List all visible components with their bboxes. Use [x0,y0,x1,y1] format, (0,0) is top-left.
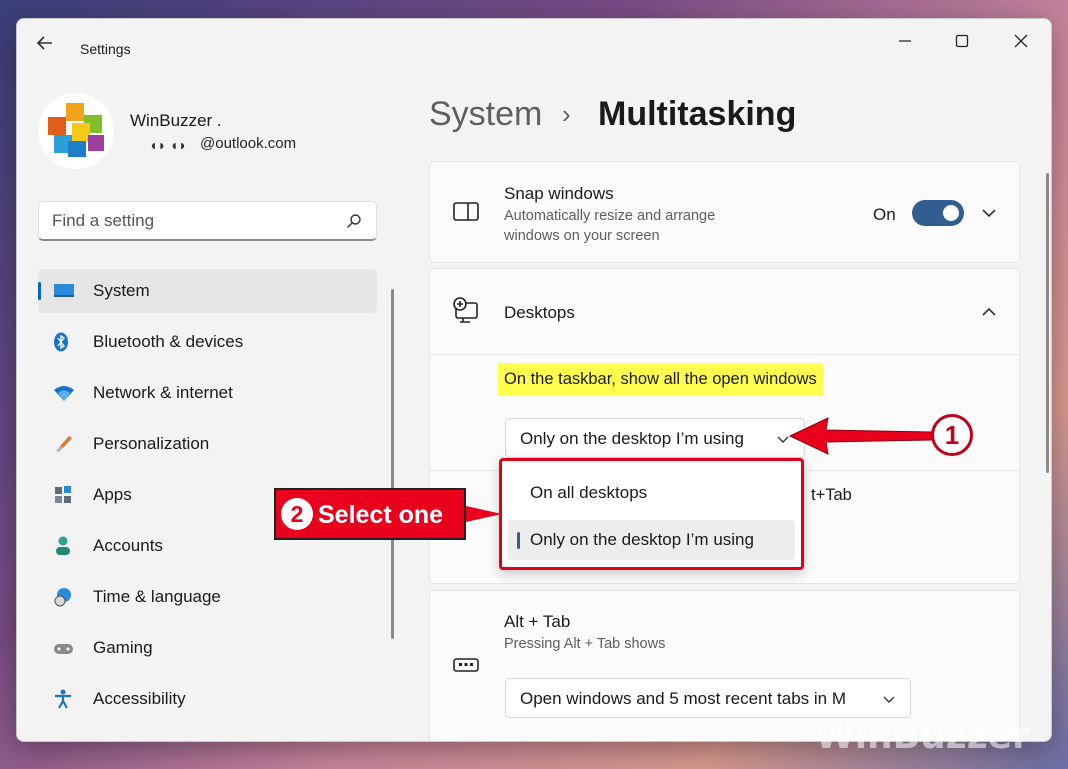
chevron-down-icon [883,696,895,703]
taskbar-windows-dropdown[interactable]: Only on the desktop I’m using [505,418,805,458]
selected-indicator [517,532,520,549]
step-1-arrow-icon [788,417,933,455]
desktops-title: Desktops [504,303,575,322]
sidebar-item-label: Time & language [93,587,221,606]
menu-option-all-desktops[interactable]: On all desktops [508,473,795,513]
title-bar: Settings [17,19,1051,63]
taskbar-setting-label: On the taskbar, show all the open window… [498,363,823,396]
sidebar-item-label: Apps [93,485,132,504]
callout-text: Select one [318,501,444,529]
desktop-add-icon [453,297,478,323]
redacted-email-icon: ◖◗ ◖◗ [149,137,187,153]
app-title: Settings [80,41,131,57]
minimize-button[interactable] [882,27,928,55]
alt-tab-dropdown[interactable]: Open windows and 5 most recent tabs in M [505,678,911,718]
step-2-callout: 2 Select one [274,488,466,540]
sidebar-item-time-language[interactable]: Time & language [38,575,377,619]
winbuzzer-logo-icon [48,103,104,157]
desktops-header[interactable]: Desktops [430,269,1019,355]
search-box[interactable] [38,201,377,241]
taskbar-windows-menu: On all desktops Only on the desktop I’m … [499,458,804,570]
close-icon [1014,34,1028,48]
settings-window: Settings WinBuzzer . ◖◗ ◖◗ @outlook.com [16,18,1052,742]
sidebar-item-network[interactable]: Network & internet [38,371,377,415]
person-icon [56,536,70,555]
sidebar-item-bluetooth[interactable]: Bluetooth & devices [38,320,377,364]
menu-option-label: Only on the desktop I’m using [530,530,754,549]
back-button[interactable] [35,33,59,57]
sidebar-item-label: Accounts [93,536,163,555]
avatar[interactable] [38,93,114,169]
alt-tab-desc: Pressing Alt + Tab shows [504,636,666,652]
step-1-badge: 1 [931,414,973,456]
breadcrumb-separator: › [562,99,571,129]
snap-layout-icon [453,202,479,221]
sidebar-item-label: Personalization [93,434,210,453]
alt-tab-title: Alt + Tab [504,612,571,631]
alt-tab-icon [453,658,479,672]
main-scrollbar[interactable] [1046,173,1049,473]
toggle-knob [943,205,959,221]
sidebar-item-gaming[interactable]: Gaming [38,626,377,670]
minimize-icon [899,40,911,42]
menu-option-label: On all desktops [530,483,648,502]
maximize-icon [955,34,969,48]
watermark: WinBuzzer [815,716,1030,757]
alt-tab-desktop-row-text: t+Tab [811,486,852,504]
search-icon[interactable] [346,213,362,229]
sidebar-item-system[interactable]: System [38,269,377,313]
chevron-down-icon[interactable] [980,204,998,222]
close-button[interactable] [998,27,1044,55]
sidebar-item-label: Gaming [93,638,153,657]
sidebar-item-label: Bluetooth & devices [93,332,244,351]
menu-option-current-desktop[interactable]: Only on the desktop I’m using [508,520,795,560]
maximize-button[interactable] [939,27,985,55]
sidebar-item-personalization[interactable]: Personalization [38,422,377,466]
dropdown-value: Only on the desktop I’m using [520,429,744,448]
snap-windows-desc-line1: Automatically resize and arrange [504,208,716,224]
clock-globe-icon [54,588,71,607]
sidebar-item-label: Accessibility [93,689,186,708]
user-name: WinBuzzer . [130,111,222,130]
sidebar-scrollbar[interactable] [391,289,394,639]
snap-windows-card[interactable]: Snap windows Automatically resize and ar… [429,161,1020,263]
gamepad-icon [54,644,73,654]
callout-pointer [466,506,502,522]
breadcrumb-parent[interactable]: System [429,95,542,134]
step-number-badge: 2 [281,498,313,530]
chevron-up-icon[interactable] [980,303,998,321]
wifi-icon [54,386,74,401]
search-input[interactable] [52,211,332,231]
snap-toggle-label: On [873,205,896,224]
sidebar-item-accessibility[interactable]: Accessibility [38,677,377,721]
active-indicator [38,282,41,300]
accessibility-icon [55,689,71,709]
user-email: @outlook.com [200,135,297,152]
snap-windows-desc-line2: windows on your screen [504,228,660,244]
system-icon [54,284,74,297]
apps-icon [55,486,71,503]
sidebar-item-label: Network & internet [93,383,233,402]
snap-windows-title: Snap windows [504,184,614,203]
page-title: Multitasking [598,95,797,133]
bluetooth-icon [54,332,68,352]
snap-windows-toggle[interactable] [912,200,964,226]
sidebar-item-label: System [93,281,150,300]
brush-icon [56,436,72,452]
dropdown-value: Open windows and 5 most recent tabs in M [520,689,846,708]
back-arrow-icon [36,36,52,50]
